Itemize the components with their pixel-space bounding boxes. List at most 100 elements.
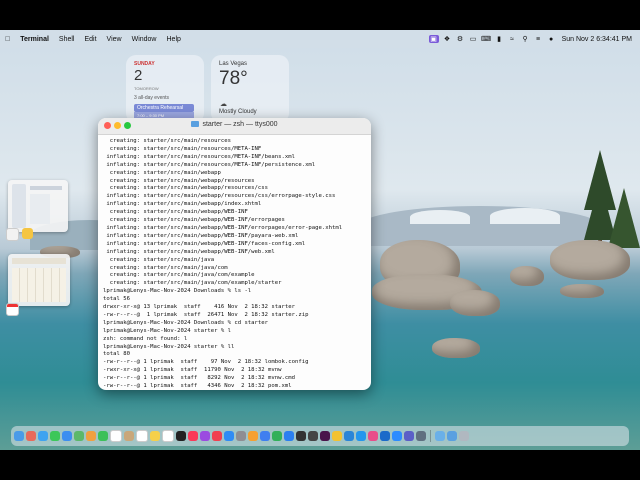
boulder — [432, 338, 480, 358]
menu-view[interactable]: View — [102, 36, 127, 43]
intellij-icon[interactable] — [368, 431, 378, 441]
terminal-line: drwxr-xr-x@ 13 lprimak staff 416 Nov 2 1… — [103, 304, 295, 311]
safari-icon[interactable] — [38, 431, 48, 441]
mail-icon[interactable] — [62, 431, 72, 441]
terminal-line: inflating: starter/src/main/webapp/WEB-I… — [103, 224, 343, 231]
slack-icon[interactable] — [320, 431, 330, 441]
notes-app-icon — [22, 228, 33, 239]
netbeans-icon[interactable] — [380, 431, 390, 441]
terminal-window[interactable]: starter — zsh — ttys000 creating: starte… — [98, 118, 371, 390]
thumbnail-toolbar — [12, 258, 66, 264]
terminal-line: -rw-r--r--@ 1 lprimak staff 97 Nov 2 18:… — [103, 359, 309, 366]
teams-icon[interactable] — [404, 431, 414, 441]
terminal-line: lprimak@Lenys-Mac-Nov-2024 Downloads % c… — [103, 319, 269, 326]
terminal-line: creating: starter/src/main/java/com/exam… — [103, 272, 255, 279]
reminders-icon[interactable] — [136, 430, 148, 442]
wifi-icon[interactable]: ≈ — [508, 35, 517, 43]
terminal-line: creating: starter/src/main/webapp/resour… — [103, 177, 255, 184]
terminal-line: creating: starter/src/main/webapp — [103, 169, 221, 176]
pages-icon[interactable] — [248, 431, 258, 441]
battery-icon[interactable]: ▮ — [495, 35, 504, 43]
menu-help[interactable]: Help — [162, 36, 186, 43]
keyboard-icon[interactable]: ⌨ — [481, 35, 491, 43]
dropbox-icon[interactable]: ❖ — [443, 35, 452, 43]
stage-manager-window-thumbnail[interactable] — [8, 254, 70, 306]
tv-icon[interactable] — [176, 431, 186, 441]
spotlight-search-icon[interactable]: ⚲ — [521, 35, 530, 43]
notes-icon[interactable] — [150, 431, 160, 441]
finder-icon[interactable] — [14, 431, 24, 441]
facetime-icon[interactable] — [98, 431, 108, 441]
terminal-icon[interactable] — [296, 431, 306, 441]
numbers-icon[interactable] — [272, 431, 282, 441]
calendar-app-icon — [6, 303, 19, 316]
window-title: starter — zsh — ttys000 — [98, 121, 371, 128]
menu-app-terminal[interactable]: Terminal — [15, 36, 54, 43]
xcode-icon[interactable] — [284, 431, 294, 441]
terminal-line: creating: starter/src/main/webapp/WEB-IN… — [103, 209, 248, 216]
terminal-line: inflating: starter/src/main/webapp/WEB-I… — [103, 240, 306, 247]
thumbnail-calendar-grid — [12, 268, 66, 302]
weather-condition: Mostly Cloudy — [219, 109, 257, 115]
terminal-line: creating: starter/src/main/java/com/exam… — [103, 280, 282, 287]
menu-window[interactable]: Window — [127, 36, 162, 43]
news-icon[interactable] — [212, 431, 222, 441]
terminal-line: inflating: starter/src/main/resources/ME… — [103, 153, 295, 160]
display-icon[interactable]: ▭ — [469, 35, 478, 43]
messages-icon[interactable] — [50, 431, 60, 441]
maps-icon[interactable] — [74, 431, 84, 441]
keynote-icon[interactable] — [260, 431, 270, 441]
calendar-widget[interactable]: SUNDAY 2 TOMORROW 3 all-day events Orche… — [126, 55, 204, 123]
folder-icon[interactable] — [435, 431, 445, 441]
terminal-line: total 80 — [103, 351, 130, 358]
terminal-line: creating: starter/src/main/resources/MET… — [103, 145, 262, 152]
settings-icon[interactable] — [236, 431, 246, 441]
snow-cap — [490, 208, 560, 224]
terminal-line: -rw-r--r--@ 1 lprimak staff 4346 Nov 2 1… — [103, 383, 292, 390]
cloud-icon: ☁ — [220, 101, 227, 108]
terminal-line: creating: starter/src/main/webapp/resour… — [103, 185, 269, 192]
mountain-range — [360, 206, 600, 246]
calendar-icon[interactable] — [110, 430, 122, 442]
weather-widget[interactable]: Las Vegas 78° ☁ Mostly Cloudy — [211, 55, 289, 123]
vmware-icon[interactable] — [416, 431, 426, 441]
podcasts-icon[interactable] — [200, 431, 210, 441]
terminal-line: creating: starter/src/main/webapp/WEB-IN… — [103, 217, 285, 224]
zoom-icon[interactable] — [392, 431, 402, 441]
launchpad-icon[interactable] — [26, 431, 36, 441]
contacts-icon[interactable] — [124, 431, 134, 441]
freeform-icon[interactable] — [162, 430, 174, 442]
menubar-clock[interactable]: Sun Nov 2 6:34:41 PM — [560, 36, 634, 43]
chrome-icon[interactable] — [332, 431, 342, 441]
trash-icon[interactable] — [459, 431, 469, 441]
photos-icon[interactable] — [86, 431, 96, 441]
terminal-line: total 56 — [103, 296, 130, 303]
boulder — [550, 240, 630, 280]
app-store-icon[interactable] — [224, 431, 234, 441]
thumbnail-sidebar — [12, 184, 26, 228]
vscode-icon[interactable] — [344, 431, 354, 441]
window-title-text: starter — zsh — ttys000 — [202, 121, 278, 128]
activity-monitor-icon[interactable] — [308, 431, 318, 441]
terminal-line: inflating: starter/src/main/webapp/resou… — [103, 193, 336, 200]
siri-icon[interactable]: ● — [547, 35, 556, 43]
terminal-line: lprimak@Lenys-Mac-Nov-2024 starter % ll — [103, 343, 235, 350]
control-center-icon[interactable]: ≡ — [534, 35, 543, 43]
calendar-tomorrow-label: TOMORROW — [134, 86, 159, 91]
menu-shell[interactable]: Shell — [54, 36, 80, 43]
docker-icon[interactable] — [356, 431, 366, 441]
plugin-icon[interactable]: ⚙ — [456, 35, 465, 43]
calendar-date: 2 — [134, 67, 143, 84]
weather-city: Las Vegas — [219, 61, 248, 67]
apple-icon[interactable]:  — [0, 36, 15, 43]
calendar-event: Orchestra Rehearsal — [134, 104, 194, 112]
stage-manager-icon[interactable]: ▣ — [428, 35, 439, 43]
terminal-line: lprimak@Lenys-Mac-Nov-2024 Downloads % l… — [103, 288, 252, 295]
terminal-output[interactable]: creating: starter/src/main/resources cre… — [98, 135, 371, 390]
downloads-icon[interactable] — [447, 431, 457, 441]
menu-edit[interactable]: Edit — [79, 36, 101, 43]
terminal-line: inflating: starter/src/main/webapp/index… — [103, 201, 262, 208]
stage-manager-window-thumbnail[interactable] — [8, 180, 68, 232]
window-titlebar[interactable]: starter — zsh — ttys000 — [98, 118, 371, 135]
music-icon[interactable] — [188, 431, 198, 441]
